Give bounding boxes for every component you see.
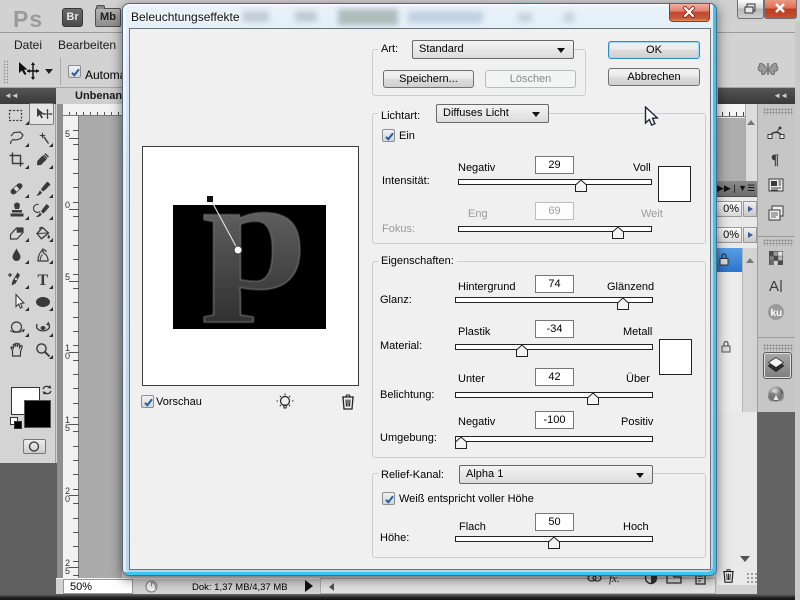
svg-text:p: p <box>202 147 308 323</box>
svg-text:ku: ku <box>771 308 783 319</box>
svg-text:A: A <box>769 278 779 295</box>
svg-text:¶: ¶ <box>771 152 779 168</box>
svg-text:T: T <box>38 272 49 289</box>
